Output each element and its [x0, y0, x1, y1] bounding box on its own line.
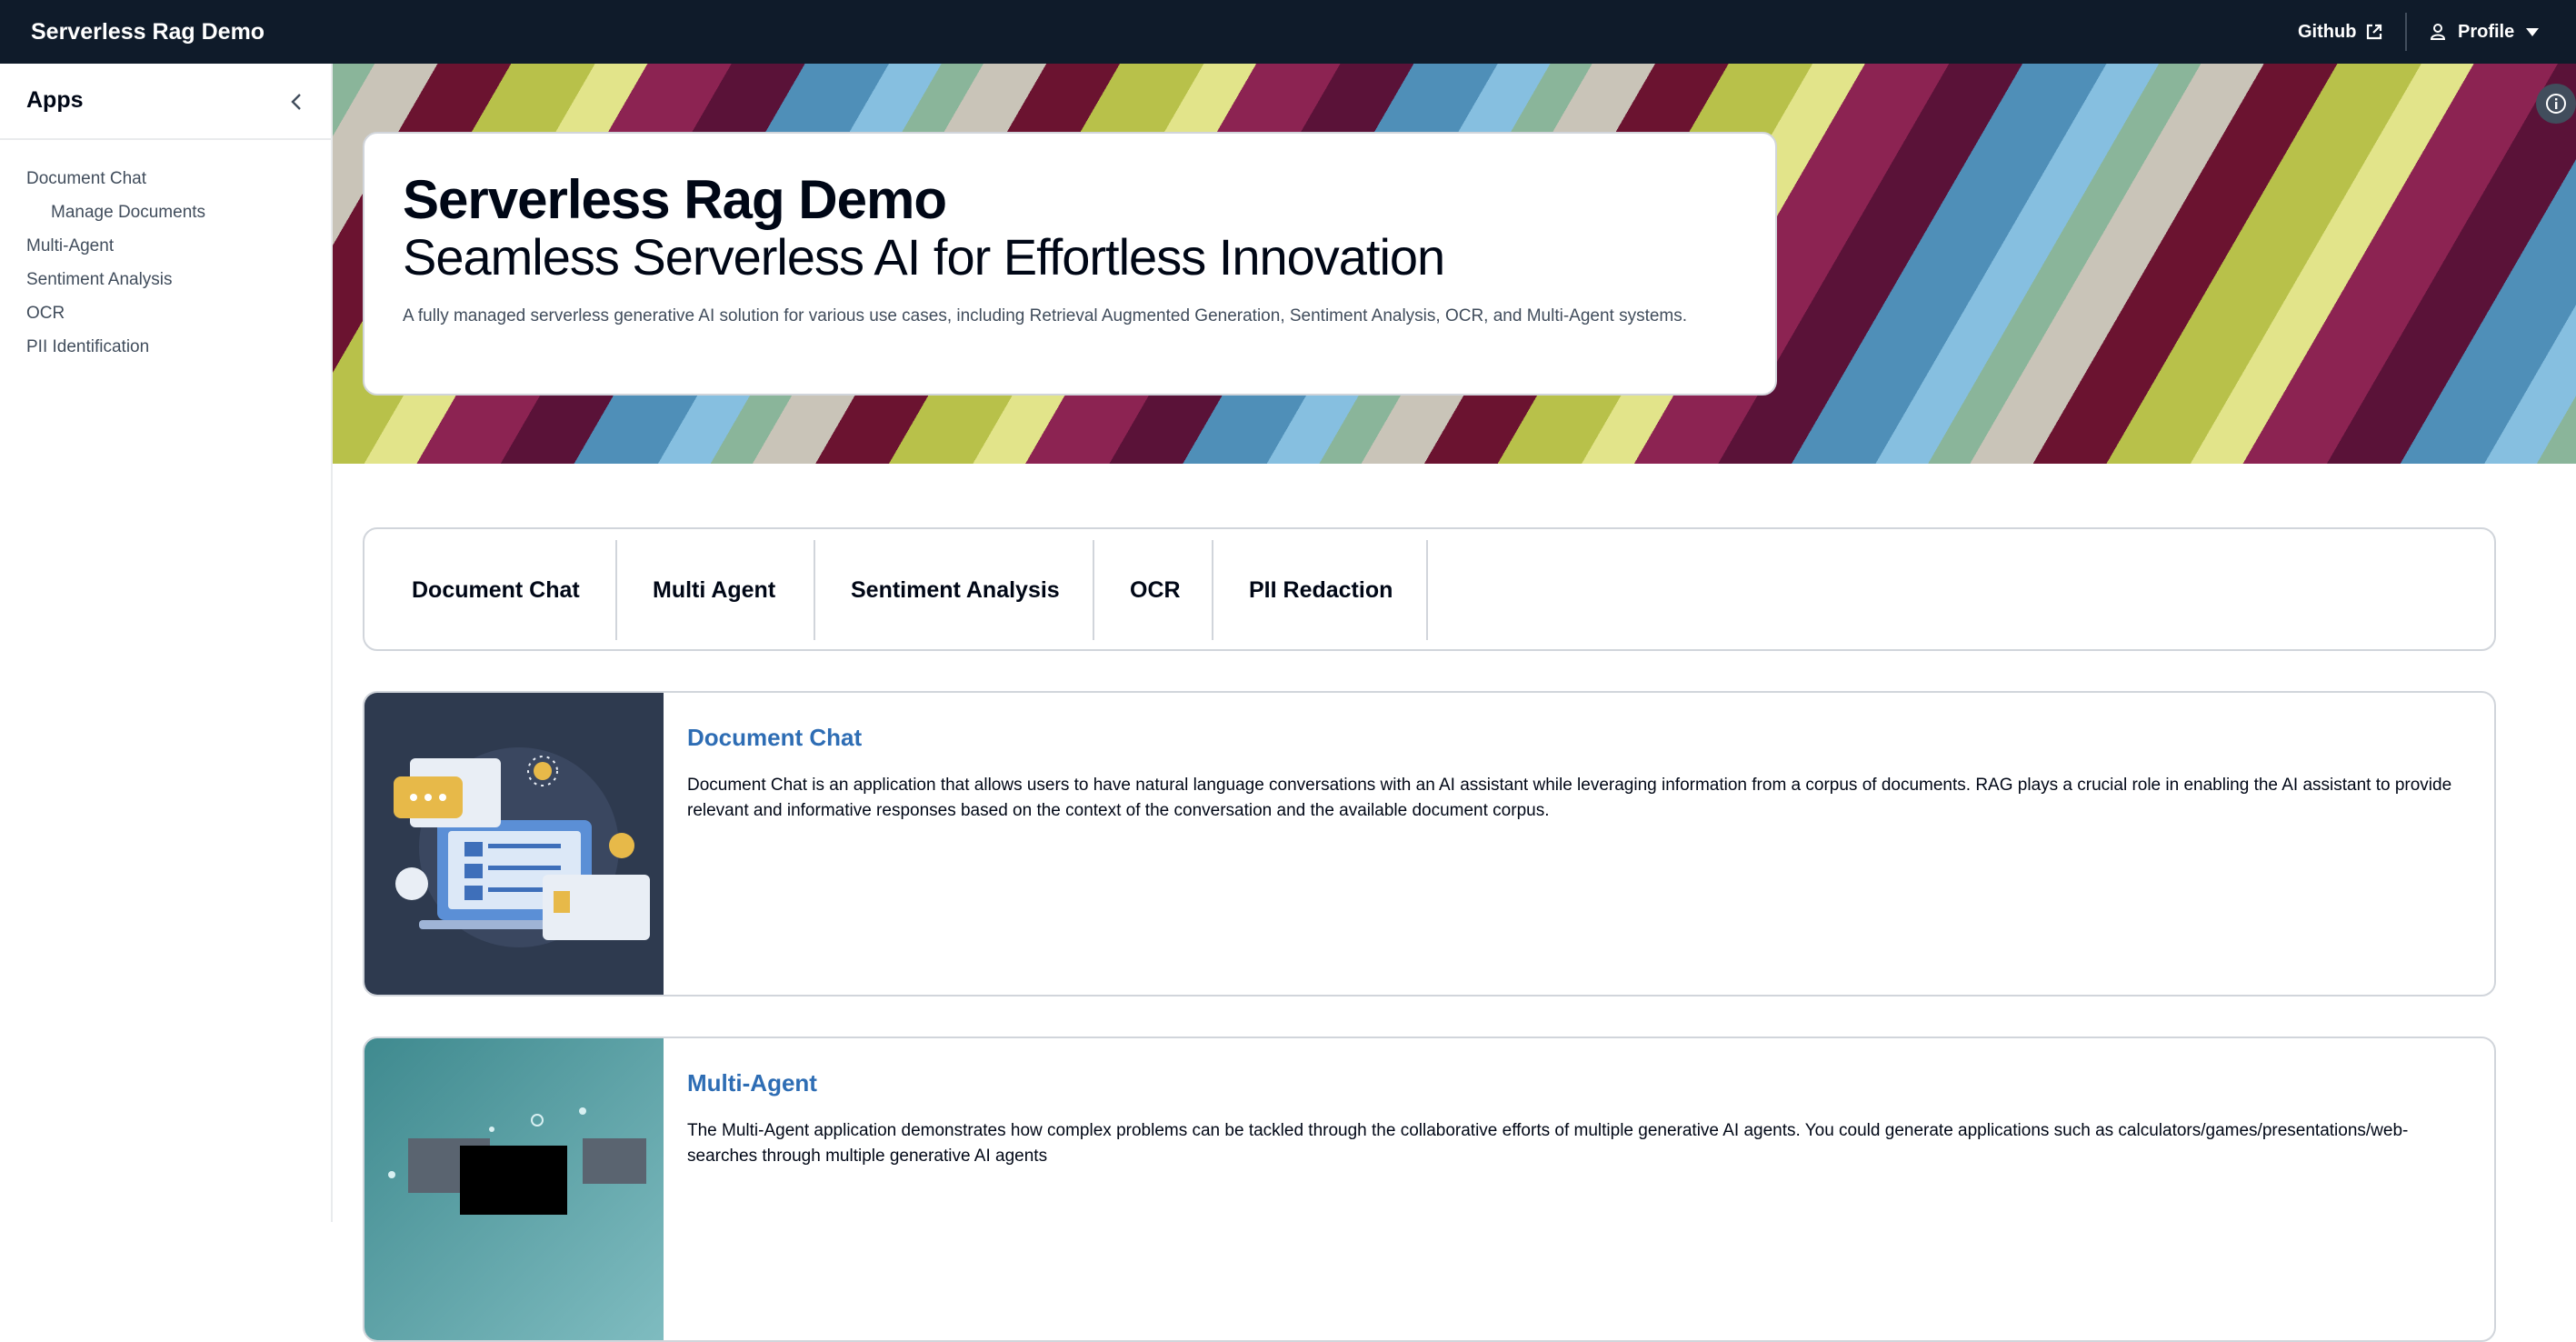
profile-menu-button[interactable]: Profile: [2429, 0, 2540, 64]
app-brand-title[interactable]: Serverless Rag Demo: [31, 0, 265, 64]
side-navigation: Apps Document Chat Manage Documents Mult…: [0, 64, 333, 1222]
topbar-divider: [2405, 13, 2407, 51]
profile-label: Profile: [2458, 21, 2515, 42]
tab-separator: [1212, 540, 1213, 640]
hero-title: Serverless Rag Demo: [403, 169, 947, 230]
tab-document-chat[interactable]: Document Chat: [412, 540, 580, 640]
tab-separator: [1093, 540, 1094, 640]
hero-description: A fully managed serverless generative AI…: [403, 306, 1688, 325]
sidebar-header: Apps: [0, 64, 331, 140]
sidebar-item-multi-agent[interactable]: Multi-Agent: [26, 229, 205, 263]
tab-sentiment-analysis[interactable]: Sentiment Analysis: [851, 540, 1060, 640]
tab-pii-redaction[interactable]: PII Redaction: [1249, 540, 1393, 640]
sidebar-item-manage-documents[interactable]: Manage Documents: [26, 195, 205, 229]
hero-card: Serverless Rag Demo Seamless Serverless …: [363, 132, 1777, 396]
card-description-document-chat: Document Chat is an application that all…: [687, 776, 2452, 820]
github-label: Github: [2298, 21, 2357, 42]
tab-multi-agent[interactable]: Multi Agent: [653, 540, 775, 640]
card-description-multi-agent: The Multi-Agent application demonstrates…: [687, 1121, 2409, 1166]
info-button[interactable]: [2536, 84, 2576, 124]
multi-agent-illustration: [364, 1038, 664, 1340]
tab-separator: [1426, 540, 1428, 640]
sidebar-item-sentiment-analysis[interactable]: Sentiment Analysis: [26, 263, 205, 296]
app-card-document-chat: Document Chat Document Chat is an applic…: [363, 691, 2496, 996]
tab-ocr[interactable]: OCR: [1130, 540, 1181, 640]
sidebar-nav-list: Document Chat Manage Documents Multi-Age…: [26, 162, 205, 364]
tab-separator: [615, 540, 617, 640]
info-icon: [2546, 94, 2566, 114]
document-chat-illustration: [364, 693, 664, 995]
sidebar-title[interactable]: Apps: [26, 87, 84, 114]
sidebar-item-ocr[interactable]: OCR: [26, 296, 205, 330]
card-title-multi-agent[interactable]: Multi-Agent: [687, 1069, 817, 1097]
tab-separator: [814, 540, 815, 640]
top-navigation: Serverless Rag Demo Github Profile: [0, 0, 2576, 64]
hero-subtitle: Seamless Serverless AI for Effortless In…: [403, 228, 1445, 285]
github-link[interactable]: Github: [2298, 0, 2383, 64]
sidebar-item-document-chat[interactable]: Document Chat: [26, 162, 205, 195]
caret-down-icon: [2526, 28, 2540, 36]
external-link-icon: [2367, 24, 2382, 40]
app-tabs: Document Chat Multi Agent Sentiment Anal…: [363, 527, 2496, 651]
chevron-left-icon[interactable]: [284, 89, 309, 115]
sidebar-item-pii-identification[interactable]: PII Identification: [26, 330, 205, 364]
user-icon: [2430, 24, 2446, 40]
app-card-multi-agent: Multi-Agent The Multi-Agent application …: [363, 1037, 2496, 1342]
card-title-document-chat[interactable]: Document Chat: [687, 724, 862, 752]
